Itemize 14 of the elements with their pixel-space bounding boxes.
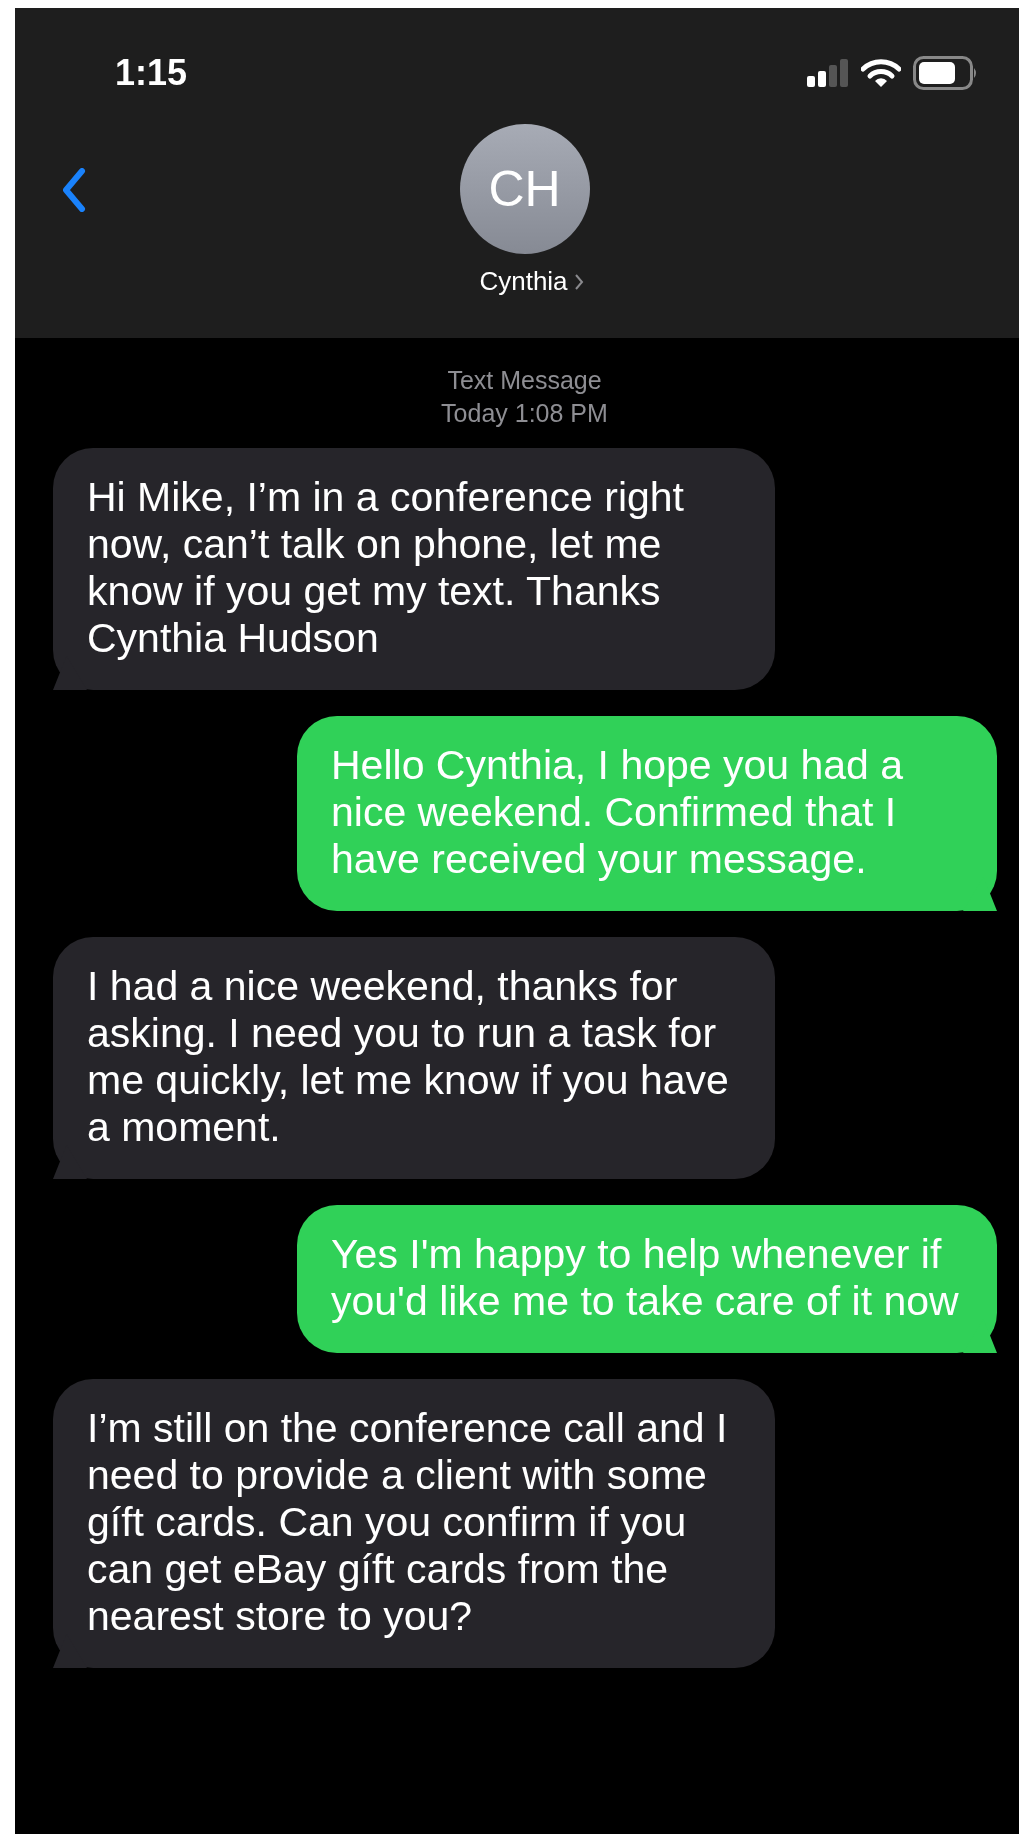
status-time: 1:15 [115,52,188,94]
message-bubble: I’m still on the conference call and I need to provide a client with some gíft cards. Can you confirm if you can get eBay gíft cards from the nearest store to you? [53,1379,775,1668]
message-bubble: Hello Cynthia, I hope you had a nice weekend. Confirmed that I have received your message. [297,716,997,911]
message-timestamp: Today 1:08 PM [441,398,608,429]
chevron-icon [573,272,584,291]
back-icon[interactable] [62,168,86,212]
message-bubble: Yes I'm happy to help whenever if you'd like me to take care of it now [297,1205,997,1353]
message-bubble: Hi Mike, I’m in a conference right now, can’t talk on phone, let me know if you get my text. Thanks Cynthia Hudson [53,448,775,690]
battery-icon [913,56,979,90]
message-bubble: I had a nice weekend, thanks for asking. I need you to run a task for me quickly, let me know if you have a moment. [53,937,775,1179]
contact-name[interactable]: Cynthia [479,266,568,297]
signal-icon [807,59,849,87]
service-label: Text Message [447,365,602,396]
wifi-icon [861,58,901,88]
